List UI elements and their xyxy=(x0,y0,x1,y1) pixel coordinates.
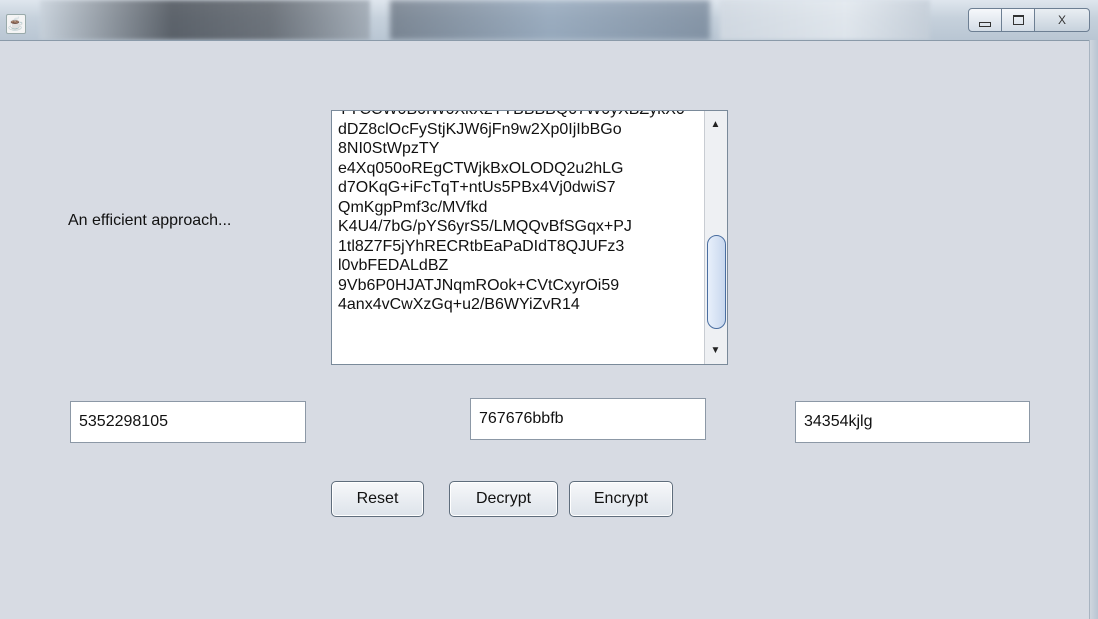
maximize-button[interactable] xyxy=(1001,8,1035,32)
vertical-scrollbar[interactable]: ▲ ▼ xyxy=(704,111,727,364)
text-area-line: 9Vb6P0HJATJNqmROok+CVtCxyrOi59 xyxy=(338,276,620,294)
title-bar: ☕ X xyxy=(0,0,1098,41)
blurred-taskbar-region xyxy=(720,0,930,40)
minimize-button[interactable] xyxy=(968,8,1002,32)
text-area-line: dDZ8clOcFyStjKJW6jFn9w2Xp0IjIbBGo xyxy=(338,120,622,138)
minimize-icon xyxy=(979,21,991,27)
scroll-up-icon[interactable]: ▲ xyxy=(707,116,724,133)
scroll-down-icon[interactable]: ▼ xyxy=(707,342,724,359)
key-field-1[interactable] xyxy=(70,401,306,443)
key-field-3[interactable] xyxy=(795,401,1030,443)
java-app-icon: ☕ xyxy=(6,14,26,34)
text-area-line: 8NI0StWpzTY xyxy=(338,140,440,157)
window-right-border xyxy=(1089,40,1098,619)
text-area-line: 1tl8Z7F5jYhRECRtbEaPaDIdT8QJUFz3 xyxy=(338,237,625,255)
maximize-icon xyxy=(1012,15,1024,25)
text-area-line: l0vbFEDALdBZ xyxy=(338,257,449,274)
window-controls: X xyxy=(968,8,1090,32)
text-area-line: QmKgpPmf3c/MVfkd xyxy=(338,198,488,216)
text-area-line: d7OKqG+iFcTqT+ntUs5PBx4Vj0dwiS7 xyxy=(338,179,616,196)
decrypt-button[interactable]: Decrypt xyxy=(449,481,558,517)
cipher-text-content: YYCCW0B0fW0XkX2TYBBBBQ07W0yXBZykX0dDZ8cl… xyxy=(332,111,714,315)
scrollbar-thumb[interactable] xyxy=(707,235,726,329)
text-area-line: 4anx4vCwXzGq+u2/B6WYiZvR14 xyxy=(338,296,580,313)
blurred-taskbar-region xyxy=(40,0,370,40)
cipher-text-area[interactable]: YYCCW0B0fW0XkX2TYBBBBQ07W0yXBZykX0dDZ8cl… xyxy=(331,110,728,365)
key-field-2[interactable] xyxy=(470,398,706,440)
text-area-line: YYCCW0B0fW0XkX2TYBBBBQ07W0yXBZykX0 xyxy=(338,111,708,120)
text-area-line: K4U4/7bG/pYS6yrS5/LMQQvBfSGqx+PJ xyxy=(338,218,632,235)
encrypt-button[interactable]: Encrypt xyxy=(569,481,673,517)
text-area-line: e4Xq050oREgCTWjkBxOLODQ2u2hLG xyxy=(338,159,624,177)
description-label: An efficient approach... xyxy=(68,212,232,229)
blurred-taskbar-region xyxy=(390,0,710,40)
reset-button[interactable]: Reset xyxy=(331,481,424,517)
close-button[interactable]: X xyxy=(1034,8,1090,32)
close-icon: X xyxy=(1057,13,1066,27)
